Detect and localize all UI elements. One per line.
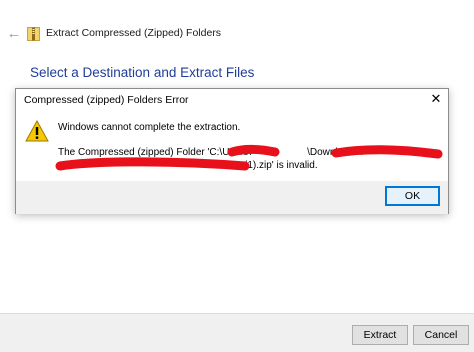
warning-icon [25,120,49,142]
zip-folder-icon [27,27,40,41]
wizard-heading: Select a Destination and Extract Files [30,65,255,80]
cancel-button[interactable]: Cancel [413,325,469,345]
error-dialog: Compressed (zipped) Folders Error ✕ Wind… [15,88,449,214]
error-detail-line-2: (1).zip' is invalid. [58,159,362,172]
dialog-footer [16,181,448,214]
error-detail-line-1: The Compressed (zipped) Folder 'C:\Users… [58,146,362,159]
detail-path-start: The Compressed (zipped) Folder 'C:\Users… [58,147,252,158]
error-message: Windows cannot complete the extraction. [58,122,241,133]
extract-button[interactable]: Extract [352,325,408,345]
back-arrow-icon[interactable]: ← [6,26,22,42]
error-detail: The Compressed (zipped) Folder 'C:\Users… [58,146,362,172]
wizard-title: Extract Compressed (Zipped) Folders [46,27,222,39]
detail-path-end: (1).zip' is invalid. [244,160,318,171]
close-icon[interactable]: ✕ [428,91,444,107]
dialog-title: Compressed (zipped) Folders Error [24,94,189,106]
detail-path-downloads: \Downloads\ [307,147,363,158]
ok-button[interactable]: OK [385,186,440,206]
